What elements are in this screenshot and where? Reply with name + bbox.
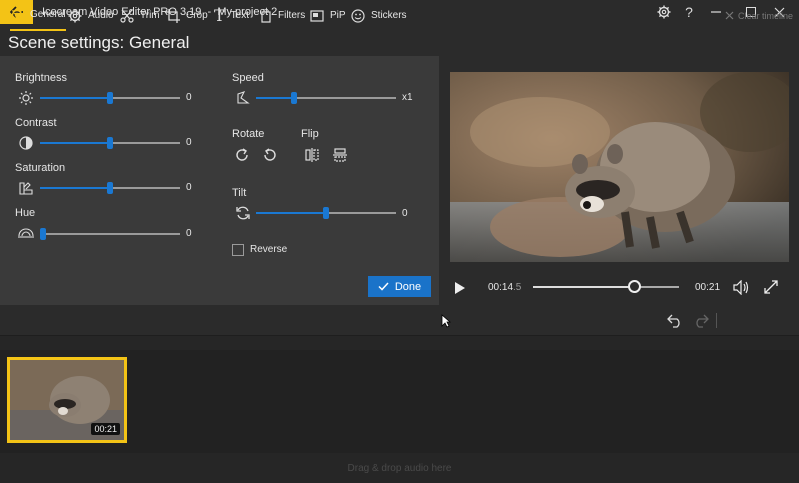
raccoon-video-frame <box>450 72 789 262</box>
tab-crop[interactable]: Crop <box>166 0 208 31</box>
contrast-value: 0 <box>186 137 192 148</box>
flip-horizontal-icon <box>305 148 319 162</box>
flip-label: Flip <box>301 128 319 140</box>
stickers-smiley-icon <box>351 8 365 23</box>
tab-trim[interactable]: Trim <box>120 0 160 31</box>
mouse-cursor-icon <box>437 312 455 330</box>
speed-icon <box>234 89 252 107</box>
tab-pip[interactable]: PiP <box>310 0 346 31</box>
flip-horizontal-button[interactable] <box>302 145 322 165</box>
tilt-value: 0 <box>402 208 408 219</box>
clear-x-icon <box>725 11 734 20</box>
clear-timeline-button[interactable]: Clear timeline <box>725 0 793 31</box>
reverse-label: Reverse <box>250 244 288 255</box>
tab-text[interactable]: T Text <box>214 0 249 31</box>
crop-icon <box>166 8 180 23</box>
fullscreen-button[interactable] <box>762 278 780 296</box>
volume-button[interactable] <box>732 278 750 296</box>
video-clip[interactable]: 00:21 <box>7 357 127 443</box>
clear-timeline-label: Clear timeline <box>738 10 794 21</box>
tab-text-label: Text <box>230 10 250 21</box>
seek-bar[interactable] <box>533 280 679 293</box>
rotate-counterclockwise-button[interactable] <box>260 145 280 165</box>
contrast-icon <box>17 134 35 152</box>
gear-icon <box>10 8 24 21</box>
speed-value: x1 <box>402 92 413 103</box>
brightness-sun-icon <box>17 89 35 107</box>
tab-filters-label: Filters <box>278 10 306 21</box>
hue-label: Hue <box>15 207 36 219</box>
timeline-ruler[interactable] <box>0 336 799 350</box>
saturation-slider[interactable] <box>40 182 180 194</box>
undo-button[interactable] <box>666 312 684 330</box>
flip-vertical-icon <box>333 148 347 162</box>
seek-progress <box>533 286 634 288</box>
pip-icon <box>310 9 324 22</box>
video-preview[interactable] <box>450 72 789 262</box>
saturation-label: Saturation <box>15 162 66 174</box>
hue-slider[interactable] <box>40 228 180 240</box>
text-icon: T <box>214 6 225 25</box>
hue-value: 0 <box>186 228 192 239</box>
reverse-checkbox[interactable] <box>232 244 244 256</box>
contrast-label: Contrast <box>15 117 57 129</box>
speed-label: Speed <box>232 72 264 84</box>
done-button[interactable]: Done <box>368 276 431 297</box>
brightness-value: 0 <box>186 92 192 103</box>
title-separator: - <box>207 6 212 18</box>
saturation-value: 0 <box>186 182 192 193</box>
filters-icon <box>261 9 271 23</box>
scissors-icon <box>120 9 134 23</box>
done-label: Done <box>394 280 422 293</box>
tab-audio-label: Audio <box>88 10 114 21</box>
tab-stickers[interactable]: Stickers <box>351 0 407 31</box>
tab-filters[interactable]: Filters <box>260 0 305 31</box>
volume-icon <box>732 279 748 295</box>
tab-crop-label: Crop <box>186 10 208 21</box>
fullscreen-icon <box>764 280 778 294</box>
tab-general[interactable]: General <box>10 0 66 31</box>
brightness-slider[interactable] <box>40 92 180 104</box>
audio-drop-zone[interactable]: Drag & drop audio here <box>0 453 799 483</box>
redo-icon <box>696 314 709 328</box>
rotate-counterclockwise-icon <box>264 148 276 161</box>
rotate-label: Rotate <box>232 128 265 140</box>
brightness-label: Brightness <box>15 72 67 84</box>
minimize-icon[interactable] <box>707 3 725 21</box>
redo-button[interactable] <box>692 312 710 330</box>
tab-general-label: General <box>30 9 66 20</box>
tilt-label: Tilt <box>232 187 247 199</box>
clip-duration: 00:21 <box>91 423 120 435</box>
duration: 00:21 <box>695 282 721 293</box>
settings-gear-icon[interactable] <box>655 3 673 21</box>
page-title: Scene settings: General <box>8 33 190 52</box>
undo-icon <box>667 314 680 328</box>
tab-stickers-label: Stickers <box>371 10 407 21</box>
audio-gear-icon <box>68 9 82 22</box>
toolbar-divider <box>716 313 717 328</box>
tilt-slider[interactable] <box>256 207 396 219</box>
play-button[interactable] <box>451 279 469 297</box>
help-icon[interactable]: ? <box>680 3 698 21</box>
play-icon <box>455 282 465 294</box>
rotate-clockwise-button[interactable] <box>232 145 252 165</box>
flip-vertical-button[interactable] <box>330 145 350 165</box>
audio-drop-label: Drag & drop audio here <box>347 462 452 474</box>
tab-pip-label: PiP <box>330 10 346 21</box>
tab-audio[interactable]: Audio <box>68 0 114 31</box>
checkmark-icon <box>378 282 389 291</box>
current-time: 00:14.5 <box>488 282 522 293</box>
seek-handle[interactable] <box>627 280 641 293</box>
contrast-slider[interactable] <box>40 137 180 149</box>
speed-slider[interactable] <box>256 92 396 104</box>
rotate-clockwise-icon <box>236 148 248 161</box>
tilt-icon <box>234 204 252 222</box>
tab-trim-label: Trim <box>140 10 160 21</box>
saturation-icon <box>17 179 35 197</box>
hue-icon <box>17 224 35 242</box>
